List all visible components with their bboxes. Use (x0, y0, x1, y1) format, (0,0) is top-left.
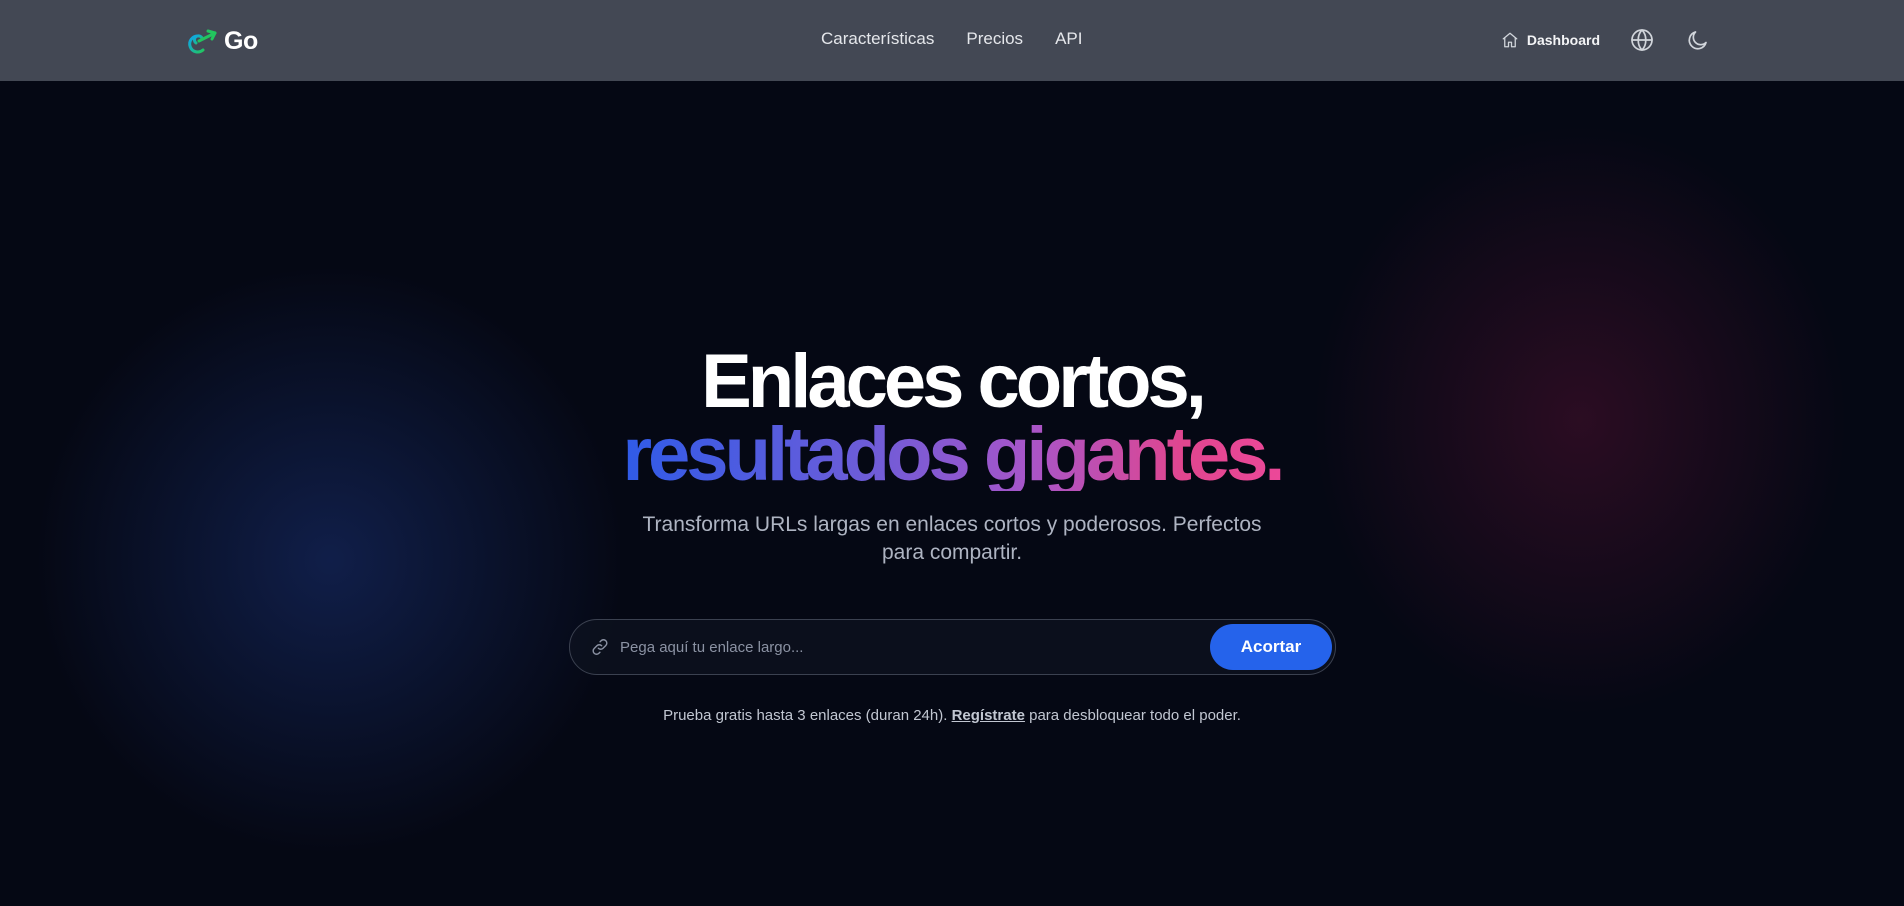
hero-title-line2: resultados gigantes. (622, 412, 1285, 497)
page: Go Características Precios API Dashboard (0, 0, 1904, 906)
hero-title: Enlaces cortos, resultados gigantes. (0, 339, 1904, 497)
header-actions: Dashboard (1501, 24, 1714, 56)
note-suffix: para desbloquear todo el poder. (1024, 707, 1241, 724)
nav-link-features[interactable]: Características (821, 28, 934, 50)
brand-logo-link[interactable]: Go (184, 24, 258, 58)
hero-section: Enlaces cortos, resultados gigantes. Tra… (0, 339, 1904, 567)
dashboard-label: Dashboard (1526, 32, 1600, 48)
long-url-input[interactable] (620, 638, 1210, 656)
shorten-url-form: Acortar (569, 619, 1336, 675)
register-link[interactable]: Regístrate (952, 707, 1025, 724)
link-icon (592, 639, 608, 655)
hero-subtitle: Transforma URLs largas en enlaces cortos… (642, 513, 1262, 564)
free-trial-note: Prueba gratis hasta 3 enlaces (duran 24h… (0, 707, 1904, 724)
theme-toggle-button[interactable] (1682, 24, 1714, 56)
hero-title-line1: Enlaces cortos, (701, 339, 1207, 424)
language-button[interactable] (1626, 24, 1658, 56)
home-icon (1502, 32, 1518, 48)
shorten-button[interactable]: Acortar (1210, 624, 1332, 670)
main-nav: Características Precios API (821, 28, 1082, 50)
link-arrow-icon (188, 29, 217, 54)
moon-icon (1688, 31, 1707, 50)
dashboard-link[interactable]: Dashboard (1501, 31, 1600, 49)
globe-icon (1631, 29, 1653, 51)
note-prefix: Prueba gratis hasta 3 enlaces (duran 24h… (663, 707, 952, 724)
nav-link-pricing[interactable]: Precios (966, 28, 1023, 50)
brand-name: Go (224, 26, 258, 55)
nav-link-api[interactable]: API (1055, 28, 1082, 50)
top-navigation-bar: Go Características Precios API Dashboard (0, 0, 1904, 81)
